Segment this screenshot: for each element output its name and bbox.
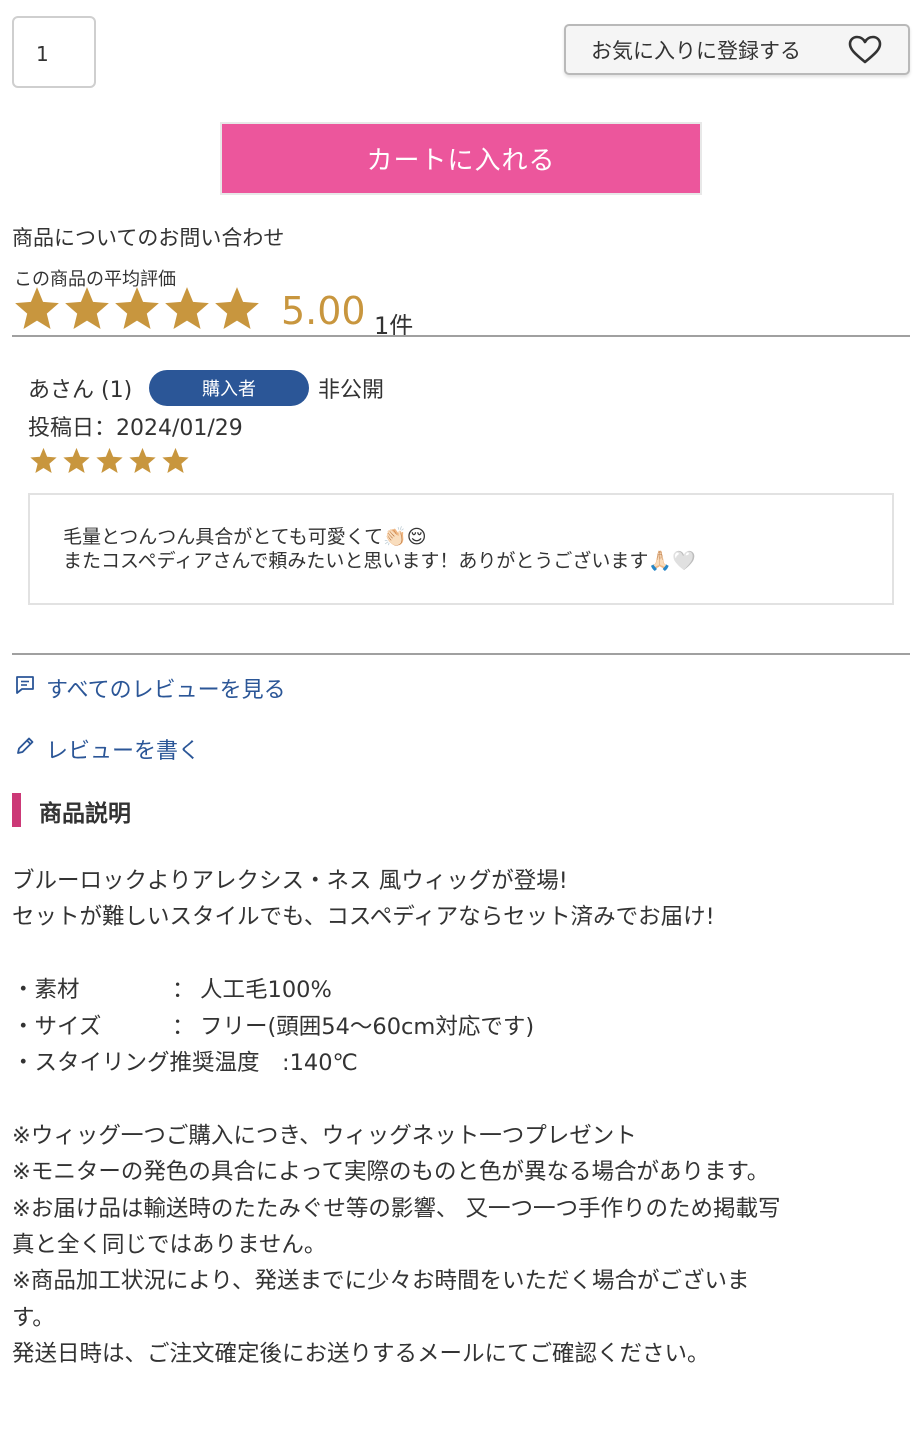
description-line: 発送日時は、ご注文確定後にお送りするメールにてご確認ください。	[12, 1341, 710, 1368]
spec-separator: ：	[172, 977, 195, 1004]
section-title: 商品説明	[39, 801, 131, 827]
reviewer-name: あさん (1)	[28, 378, 133, 403]
review-line: またコスペディアさんで頼みたいと思います！ありがとうございます🙏🏻🤍	[63, 550, 696, 572]
star-icon	[30, 447, 57, 473]
description-line: ※モニターの発色の具合によって実際のものと色が異なる場合があります。	[12, 1159, 770, 1186]
all-reviews-label: すべてのレビューを見る	[46, 678, 286, 703]
spec-value: フリー(頭囲54〜60cm対応です)	[200, 1013, 535, 1040]
star-icon	[63, 447, 90, 473]
star-icon	[15, 287, 59, 329]
spec-row: ・素材 ： 人工毛100%	[12, 972, 912, 1008]
review-date: 投稿日：2024/01/29	[28, 416, 243, 441]
buyer-badge: 購入者	[149, 370, 309, 406]
spec-value: 人工毛100%	[200, 977, 332, 1004]
comment-icon	[14, 674, 46, 702]
description-line: ・スタイリング推奨温度 :140℃	[12, 1050, 358, 1077]
all-reviews-link[interactable]: すべてのレビューを見る	[14, 672, 286, 704]
divider	[12, 653, 910, 655]
star-icon	[96, 447, 123, 473]
average-rating-stars	[12, 284, 262, 334]
description-line: セットが難しいスタイルでも、コスペディアならセット済みでお届け!	[12, 904, 715, 931]
spec-key: ・素材	[12, 977, 80, 1004]
product-inquiry-link[interactable]: 商品についてのお問い合わせ	[12, 222, 284, 252]
star-icon	[65, 287, 109, 329]
description-line: 真と全く同じではありません。	[12, 1232, 327, 1259]
average-rating-score: 5.00	[281, 289, 366, 333]
divider	[12, 335, 910, 337]
heart-icon	[848, 35, 882, 70]
star-icon	[215, 287, 259, 329]
write-review-label: レビューを書く	[46, 739, 201, 764]
favorite-button-label: お気に入りに登録する	[591, 38, 801, 63]
review-line: 毛量とつんつん具合がとても可愛くて👏🏻😌	[63, 526, 427, 548]
star-icon	[165, 287, 209, 329]
description-line: ※商品加工状況により、発送までに少々お時間をいただく場合がございま	[12, 1268, 750, 1295]
description-line: ※ウィッグ一つご購入につき、ウィッグネット一つプレゼント	[12, 1122, 637, 1149]
write-review-link[interactable]: レビューを書く	[14, 733, 200, 765]
review-stars	[28, 446, 193, 476]
star-icon	[162, 447, 189, 473]
section-accent-bar	[12, 793, 21, 827]
quantity-input[interactable]: 1	[12, 16, 96, 88]
add-to-cart-button[interactable]: カートに入れる	[220, 122, 702, 195]
review-visibility: 非公開	[318, 378, 385, 403]
pencil-icon	[14, 735, 46, 763]
star-icon	[115, 287, 159, 329]
star-icon	[129, 447, 156, 473]
description-line: ※お届け品は輸送時のたたみぐせ等の影響、 又一つ一つ手作りのため掲載写	[12, 1195, 781, 1222]
review-body: 毛量とつんつん具合がとても可愛くて👏🏻😌 またコスペディアさんで頼みたいと思いま…	[28, 493, 894, 605]
product-description: ブルーロックよりアレクシス・ネス 風ウィッグが登場! セットが難しいスタイルでも…	[12, 863, 912, 1373]
description-line: ブルーロックよりアレクシス・ネス 風ウィッグが登場!	[12, 868, 568, 894]
spec-row: ・サイズ ： フリー(頭囲54〜60cm対応です)	[12, 1009, 912, 1045]
description-line: す。	[12, 1304, 55, 1331]
favorite-button[interactable]: お気に入りに登録する	[564, 24, 910, 75]
spec-separator: ：	[172, 1013, 195, 1040]
spec-key: ・サイズ	[12, 1013, 102, 1040]
